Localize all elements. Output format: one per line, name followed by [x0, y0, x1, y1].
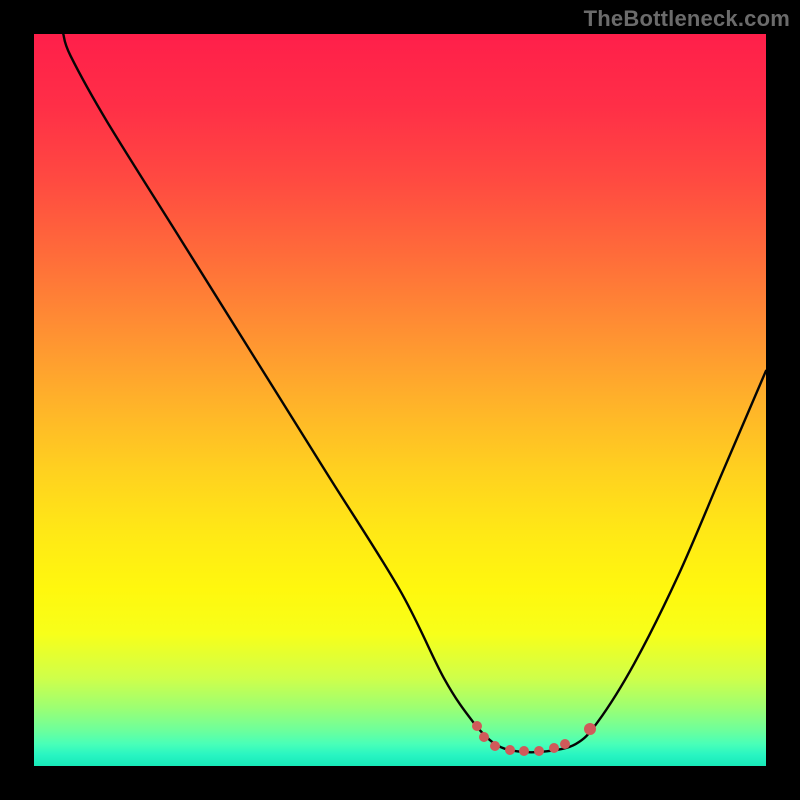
optimal-marker [560, 739, 570, 749]
optimal-marker [479, 732, 489, 742]
optimal-marker [519, 746, 529, 756]
chart-frame: TheBottleneck.com [0, 0, 800, 800]
optimal-marker [472, 721, 482, 731]
optimal-marker [549, 743, 559, 753]
optimal-marker [534, 746, 544, 756]
optimal-marker [490, 741, 500, 751]
background-gradient [34, 34, 766, 766]
watermark-text: TheBottleneck.com [584, 6, 790, 32]
plot-area [34, 34, 766, 766]
optimal-marker [584, 723, 596, 735]
optimal-marker [505, 745, 515, 755]
